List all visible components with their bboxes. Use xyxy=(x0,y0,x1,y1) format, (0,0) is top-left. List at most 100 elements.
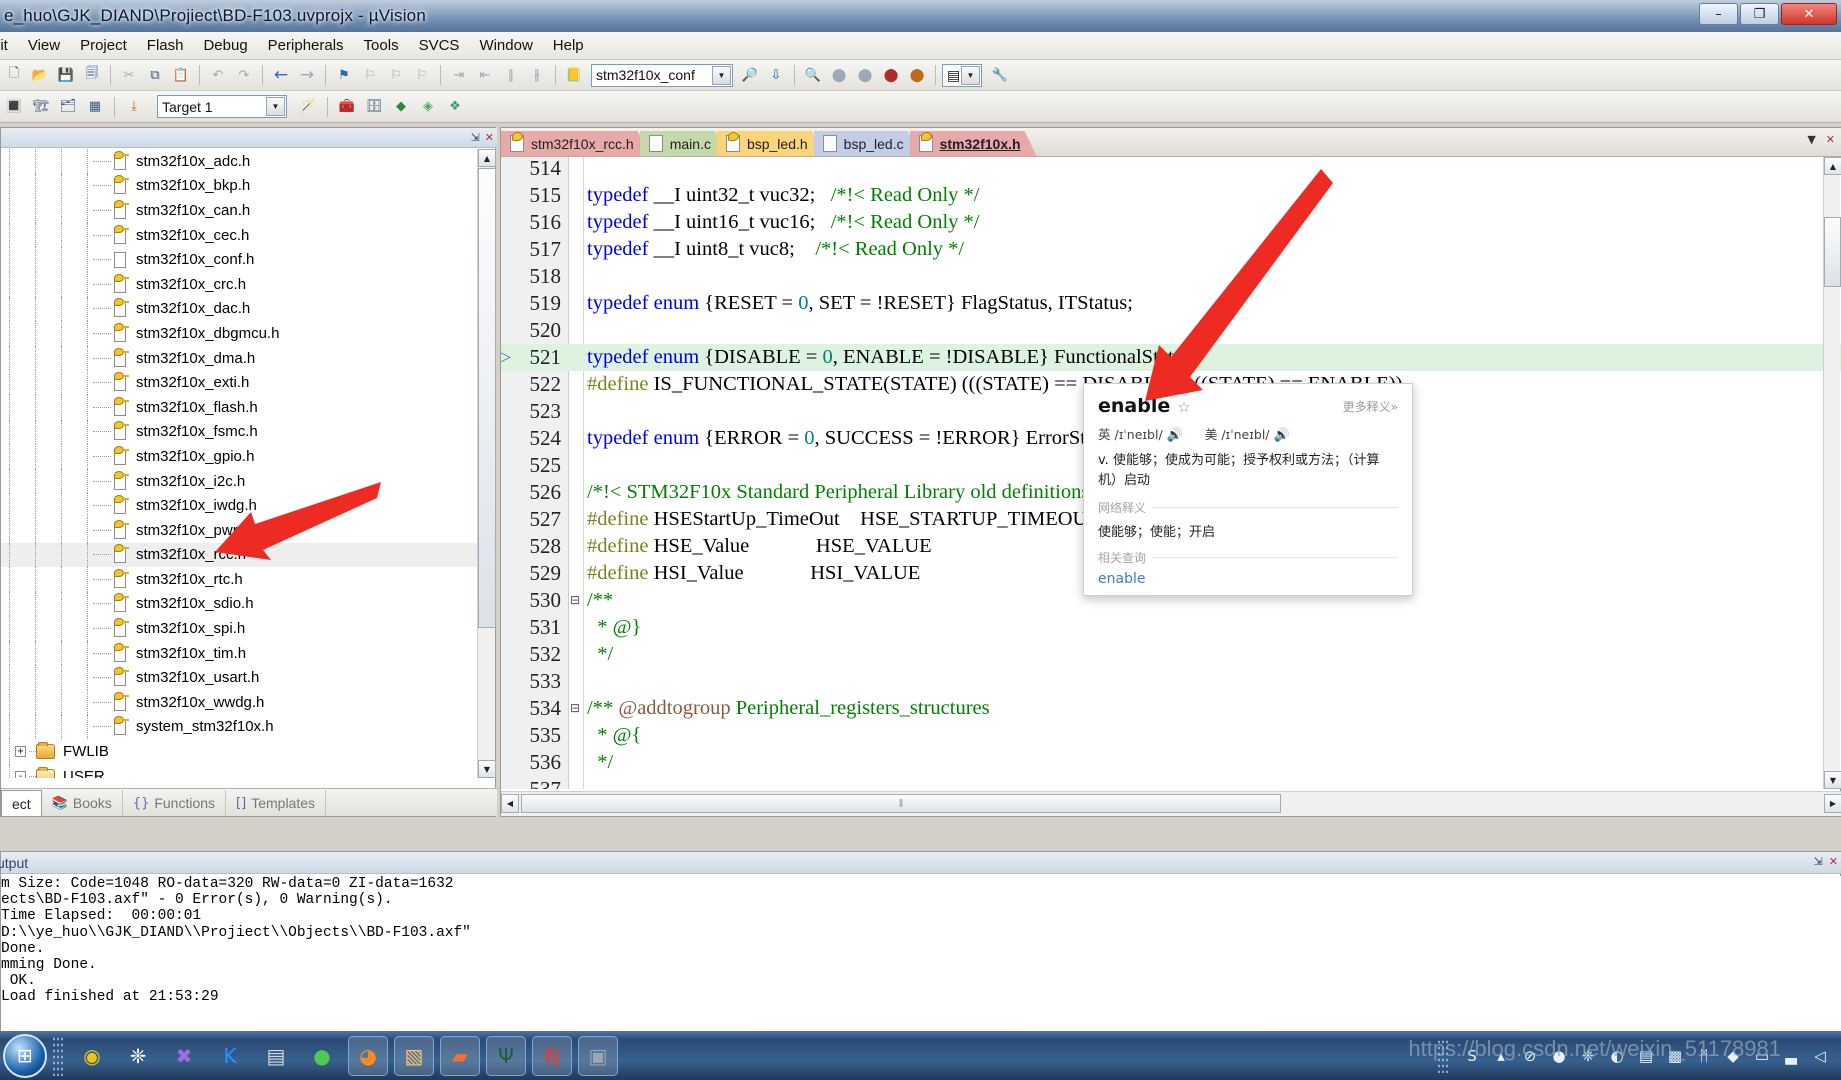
editor-scroll-left-button[interactable]: ◀ xyxy=(501,794,519,813)
tree-item[interactable]: stm32f10x_rtc.h xyxy=(1,567,479,592)
editor-scroll-down-button[interactable]: ▼ xyxy=(1824,771,1841,789)
main-toolbar[interactable]: 🗋 📂 💾 🗐 ✂ ⧉ 📋 ↶ ↷ ← → ⚑ ⚐ ⚐ ⚐ ⇥ ⇤ ∥ ∦ 📒 … xyxy=(0,60,1841,91)
editor-horizontal-scrollbar[interactable]: ◀ ‖ ▶ xyxy=(501,791,1841,816)
project-tab-functions[interactable]: {} Functions xyxy=(123,790,227,816)
bookmark-prev-icon[interactable]: ⚐ xyxy=(358,63,382,87)
keil-uvision-icon[interactable]: Ψ xyxy=(486,1035,526,1076)
pack-installer-icon[interactable]: ◆ xyxy=(389,95,413,119)
find-combo-arrow[interactable]: ▼ xyxy=(712,65,731,85)
build-toolbar[interactable]: 🔳 🏗 🗂 ▦ ⤓ Target 1 ▼ 🪄 🧰 🗄 ◆ ◈ ❖ xyxy=(0,91,1841,123)
tree-expander-icon[interactable]: + xyxy=(15,746,26,758)
navigate-forward-icon[interactable]: → xyxy=(295,63,319,87)
breakpoint-disable-icon[interactable]: ⬤ xyxy=(853,63,877,87)
manage-run-time-env-icon[interactable]: 🗄 xyxy=(362,95,386,119)
editor-tab-stm32f10x-h[interactable]: stm32f10x.h xyxy=(910,131,1037,156)
output-header-controls[interactable]: ⇲ ✕ xyxy=(1814,855,1838,868)
chrome-icon[interactable]: ◉ xyxy=(72,1036,112,1076)
tree-item[interactable]: stm32f10x_spi.h xyxy=(1,616,479,641)
output-text[interactable]: m Size: Code=1048 RO-data=320 RW-data=0 … xyxy=(1,876,1841,1031)
tree-item[interactable]: stm32f10x_bkp.h xyxy=(1,173,479,199)
navigate-back-icon[interactable]: ← xyxy=(269,63,293,87)
menu-item-view[interactable]: View xyxy=(18,34,70,57)
explorer-icon[interactable]: ▧ xyxy=(394,1035,434,1076)
editor-hscroll-thumb[interactable]: ‖ xyxy=(521,794,1281,813)
editor-scroll-thumb[interactable] xyxy=(1824,217,1841,287)
star-icon[interactable]: ☆ xyxy=(1177,398,1190,416)
editor-tab-bsp_led-h[interactable]: bsp_led.h xyxy=(717,131,824,156)
project-tab-books[interactable]: 📚 Books xyxy=(42,790,123,816)
code-line[interactable]: 519 typedef enum {RESET = 0, SET = !RESET… xyxy=(501,290,1841,317)
tree-item[interactable]: stm32f10x_exti.h xyxy=(1,370,479,395)
code-fold-icon[interactable]: ⊟ xyxy=(570,695,580,722)
options-for-target-icon[interactable]: 🪄 xyxy=(296,95,320,119)
scroll-thumb[interactable] xyxy=(478,168,496,628)
tree-expander-icon[interactable]: - xyxy=(15,770,26,778)
menu-item-peripherals[interactable]: Peripherals xyxy=(258,34,354,57)
project-tree[interactable]: stm32f10x_adc.h stm32f10x_bkp.h stm32f10x_… xyxy=(1,149,479,778)
minimize-button[interactable]: – xyxy=(1699,3,1738,25)
configuration-wizard-icon[interactable]: 📒 xyxy=(562,63,586,87)
tree-item[interactable]: stm32f10x_tim.h xyxy=(1,640,479,666)
system-tray[interactable]: S ▴ ⊘ ● ❈ ◐ ▤ ▩ ᛗ ◆ ▭ ▃ ◁ xyxy=(1432,1038,1841,1073)
editor-tabbar[interactable]: stm32f10x_rcc.h main.c bsp_led.h bsp_led.c s… xyxy=(501,128,1841,157)
tree-item[interactable]: stm32f10x_cec.h xyxy=(1,222,479,248)
menu-item-project[interactable]: Project xyxy=(70,34,137,57)
menu-item-edit[interactable]: dit xyxy=(0,34,18,57)
breakpoint-kill-icon[interactable]: ⬤ xyxy=(879,63,903,87)
editor-tab-stm32f10x_rcc-h[interactable]: stm32f10x_rcc.h xyxy=(501,131,650,156)
batch-build-icon[interactable]: ▦ xyxy=(83,95,107,119)
scroll-up-button[interactable]: ▲ xyxy=(478,149,496,167)
code-line[interactable]: 515 typedef __I uint32_t vuc32; /*!< Read… xyxy=(501,182,1841,209)
build-icon[interactable]: 🏗 xyxy=(29,95,53,119)
code-line[interactable]: 533 xyxy=(501,668,1841,695)
breakpoint-disable-all-icon[interactable]: ⬤ xyxy=(905,63,929,87)
outdent-icon[interactable]: ⇤ xyxy=(473,63,497,87)
code-line[interactable]: 518 xyxy=(501,263,1841,290)
comment-icon[interactable]: ∥ xyxy=(499,63,523,87)
rebuild-icon[interactable]: 🗂 xyxy=(56,95,80,119)
download-icon[interactable]: ⤓ xyxy=(122,95,146,119)
redo-icon[interactable]: ↷ xyxy=(232,63,256,87)
save-all-icon[interactable]: 🗐 xyxy=(80,63,104,87)
new-file-icon[interactable]: 🗋 xyxy=(2,63,26,87)
code-line[interactable]: 534 ⊟ /** @addtogroup Peripheral_registers… xyxy=(501,695,1841,722)
menu-item-flash[interactable]: Flash xyxy=(137,34,194,57)
editor-scroll-right-button[interactable]: ▶ xyxy=(1824,794,1841,813)
tree-item[interactable]: stm32f10x_conf.h xyxy=(1,247,479,272)
paste-icon[interactable]: 📋 xyxy=(169,63,193,87)
editor-tab-main-c[interactable]: main.c xyxy=(640,131,727,156)
menu-bar[interactable]: dit View Project Flash Debug Peripherals… xyxy=(0,32,1841,60)
pin-icon[interactable]: ⇲ xyxy=(1814,855,1823,868)
undo-icon[interactable]: ↶ xyxy=(206,63,230,87)
tab-overflow-icon[interactable]: ▼ xyxy=(1807,133,1815,146)
tree-item[interactable]: stm32f10x_flash.h xyxy=(1,394,479,420)
debug-session-icon[interactable]: 🔍 xyxy=(801,63,825,87)
window-layout-combo[interactable]: ▤ ▼ xyxy=(942,63,982,87)
tree-item[interactable]: stm32f10x_adc.h xyxy=(1,149,479,174)
bookmark-next-icon[interactable]: ⚐ xyxy=(384,63,408,87)
tree-item[interactable]: stm32f10x_crc.h xyxy=(1,271,479,297)
project-tab-ect[interactable]: ect xyxy=(1,790,42,816)
baidu-netdisk-icon[interactable]: ❈ xyxy=(118,1036,158,1076)
firefox-icon[interactable]: ◕ xyxy=(348,1035,388,1076)
youdao-dict-icon[interactable]: 有 xyxy=(532,1035,572,1076)
code-line[interactable]: 531 * @} xyxy=(501,614,1841,641)
editor-vertical-scrollbar[interactable]: ▲ ▼ xyxy=(1823,157,1841,789)
project-tree-scrollbar[interactable]: ▲ ▼ xyxy=(477,149,496,778)
find-in-files-icon[interactable]: 🔎 xyxy=(738,63,762,87)
code-line[interactable]: 520 xyxy=(501,317,1841,344)
tree-item[interactable]: stm32f10x_wwdg.h xyxy=(1,690,479,715)
volume-icon[interactable]: ◁ xyxy=(1809,1045,1831,1067)
tree-item[interactable]: system_stm32f10x.h xyxy=(1,714,479,740)
tree-item[interactable]: stm32f10x_i2c.h xyxy=(1,468,479,494)
wechat-icon[interactable]: ● xyxy=(302,1036,342,1076)
close-icon[interactable]: ✕ xyxy=(485,131,494,144)
menu-item-help[interactable]: Help xyxy=(543,34,594,57)
open-file-icon[interactable]: 📂 xyxy=(28,63,52,87)
calculator-icon[interactable]: ▤ xyxy=(256,1036,296,1076)
qq-browser-icon[interactable]: ⊘ xyxy=(1519,1045,1541,1067)
tree-item[interactable]: stm32f10x_dma.h xyxy=(1,345,479,371)
close-button[interactable]: ✕ xyxy=(1781,3,1837,25)
dictionary-popup[interactable]: enable ☆ 更多释义» 英 /ɪˈneɪbl/ 🔊 美 /ɪˈneɪbl/… xyxy=(1083,383,1413,596)
more-definitions-link[interactable]: 更多释义» xyxy=(1343,398,1398,415)
